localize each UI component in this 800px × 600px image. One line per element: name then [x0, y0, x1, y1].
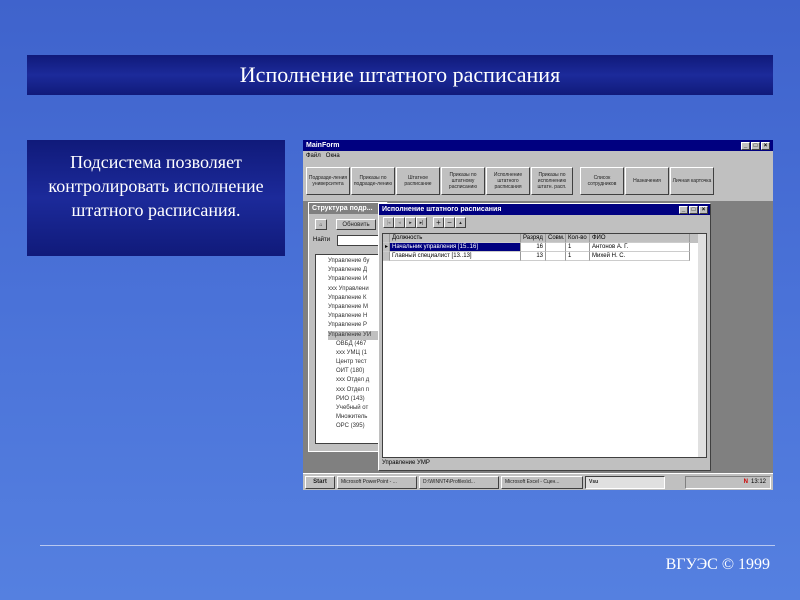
col-count[interactable]: Кол-во	[566, 234, 590, 243]
col-combined[interactable]: Совм.	[546, 234, 566, 243]
prior-record-icon[interactable]: ◂	[394, 217, 405, 228]
find-label: Найти	[313, 237, 331, 243]
cell-position: Главный специалист [13..13]	[390, 252, 521, 261]
structure-icon-button[interactable]: ⌂	[315, 219, 327, 230]
exec-minimize-button[interactable]: _	[679, 205, 688, 214]
cell-position: Начальник управления [15..16]	[390, 243, 521, 252]
maximize-button[interactable]: □	[751, 141, 760, 150]
minimize-button[interactable]: _	[741, 141, 750, 150]
app-screenshot: MainForm _ □ × Файл Окна Подразде-ления ун…	[303, 140, 773, 490]
cell-rank: 13	[521, 252, 546, 261]
task-excel[interactable]: Microsoft Excel - Сцен...	[501, 475, 583, 489]
cell-name: Антонов А. Г.	[590, 243, 690, 252]
toolbar-staff-schedule[interactable]: Штатное расписание	[396, 167, 440, 195]
slide-description: Подсистема позволяет контролировать испо…	[27, 140, 285, 256]
cell-count: 1	[566, 243, 590, 252]
delete-icon[interactable]: −	[444, 217, 455, 228]
cell-combined	[546, 243, 566, 252]
footer-copyright: ВГУЭС © 1999	[665, 556, 770, 573]
menu-bar: Файл Окна	[303, 151, 773, 165]
structure-titlebar: Структура подр...	[309, 203, 387, 214]
cell-count: 1	[566, 252, 590, 261]
close-button[interactable]: ×	[761, 141, 770, 150]
navigator: |◂ ◂ ▸ ▸| + − ▴	[383, 217, 466, 228]
table-row[interactable]: ▸ Начальник управления [15..16] 16 1 Ант…	[383, 243, 706, 252]
toolbar-unit-orders[interactable]: Приказы по подразде-лению	[351, 167, 395, 195]
cell-name: Михей Н. С.	[590, 252, 690, 261]
system-tray: N 13:12	[685, 475, 771, 489]
toolbar-execution-orders[interactable]: Приказы по исполнению штатн. расп.	[531, 167, 573, 195]
exec-maximize-button[interactable]: □	[689, 205, 698, 214]
toolbar: Подразде-ления университета Приказы по п…	[303, 165, 773, 201]
col-rank[interactable]: Разряд	[521, 234, 546, 243]
task-powerpoint[interactable]: Microsoft PowerPoint - ...	[337, 475, 417, 489]
tray-network-icon[interactable]: N	[744, 479, 748, 485]
app-title: MainForm	[306, 142, 340, 149]
vertical-scrollbar[interactable]	[698, 234, 706, 457]
task-explorer[interactable]: D:\WINNT4\Profiles\d...	[419, 475, 499, 489]
menu-file[interactable]: Файл	[306, 153, 321, 159]
start-button[interactable]: Start	[305, 475, 335, 489]
task-vsu[interactable]: Vsu	[585, 475, 665, 489]
toolbar-assignments[interactable]: Назначения	[625, 167, 669, 195]
refresh-button[interactable]: Обновить	[336, 219, 376, 230]
toolbar-employees[interactable]: Список сотрудников	[580, 167, 624, 195]
toolbar-schedule-orders[interactable]: Приказы по штатному расписанию	[441, 167, 485, 195]
first-record-icon[interactable]: |◂	[383, 217, 394, 228]
next-record-icon[interactable]: ▸	[405, 217, 416, 228]
slide-title: Исполнение штатного расписания	[27, 55, 773, 95]
tray-clock: 13:12	[750, 479, 766, 485]
exec-close-button[interactable]: ×	[699, 205, 708, 214]
taskbar: Start Microsoft PowerPoint - ... D:\WINN…	[303, 473, 773, 490]
mainform-titlebar: MainForm _ □ ×	[303, 140, 773, 151]
execution-title: Исполнение штатного расписания	[382, 206, 502, 213]
col-name[interactable]: ФИО	[590, 234, 690, 243]
structure-window: Структура подр... ⌂ Обновить Найти Управ…	[308, 202, 389, 452]
last-record-icon[interactable]: ▸|	[416, 217, 427, 228]
execution-window: Исполнение штатного расписания _ □ × |◂ ◂ …	[378, 203, 711, 471]
toolbar-schedule-execution[interactable]: Исполнение штатного расписания	[486, 167, 530, 195]
cell-rank: 16	[521, 243, 546, 252]
footer-divider	[40, 545, 775, 546]
menu-windows[interactable]: Окна	[326, 153, 340, 159]
toolbar-personal-card[interactable]: Личная карточка	[670, 167, 714, 195]
table-row[interactable]: Главный специалист [13..13] 13 1 Михей Н…	[383, 252, 706, 261]
post-icon[interactable]: ▴	[455, 217, 466, 228]
cell-combined	[546, 252, 566, 261]
status-bar: Управление УМР	[382, 460, 430, 466]
grid-header: Должность Разряд Совм. Кол-во ФИО	[383, 234, 706, 243]
toolbar-units[interactable]: Подразде-ления университета	[306, 167, 350, 195]
insert-icon[interactable]: +	[433, 217, 444, 228]
records-grid[interactable]: Должность Разряд Совм. Кол-во ФИО ▸ Нача…	[382, 233, 707, 458]
col-position[interactable]: Должность	[390, 234, 521, 243]
